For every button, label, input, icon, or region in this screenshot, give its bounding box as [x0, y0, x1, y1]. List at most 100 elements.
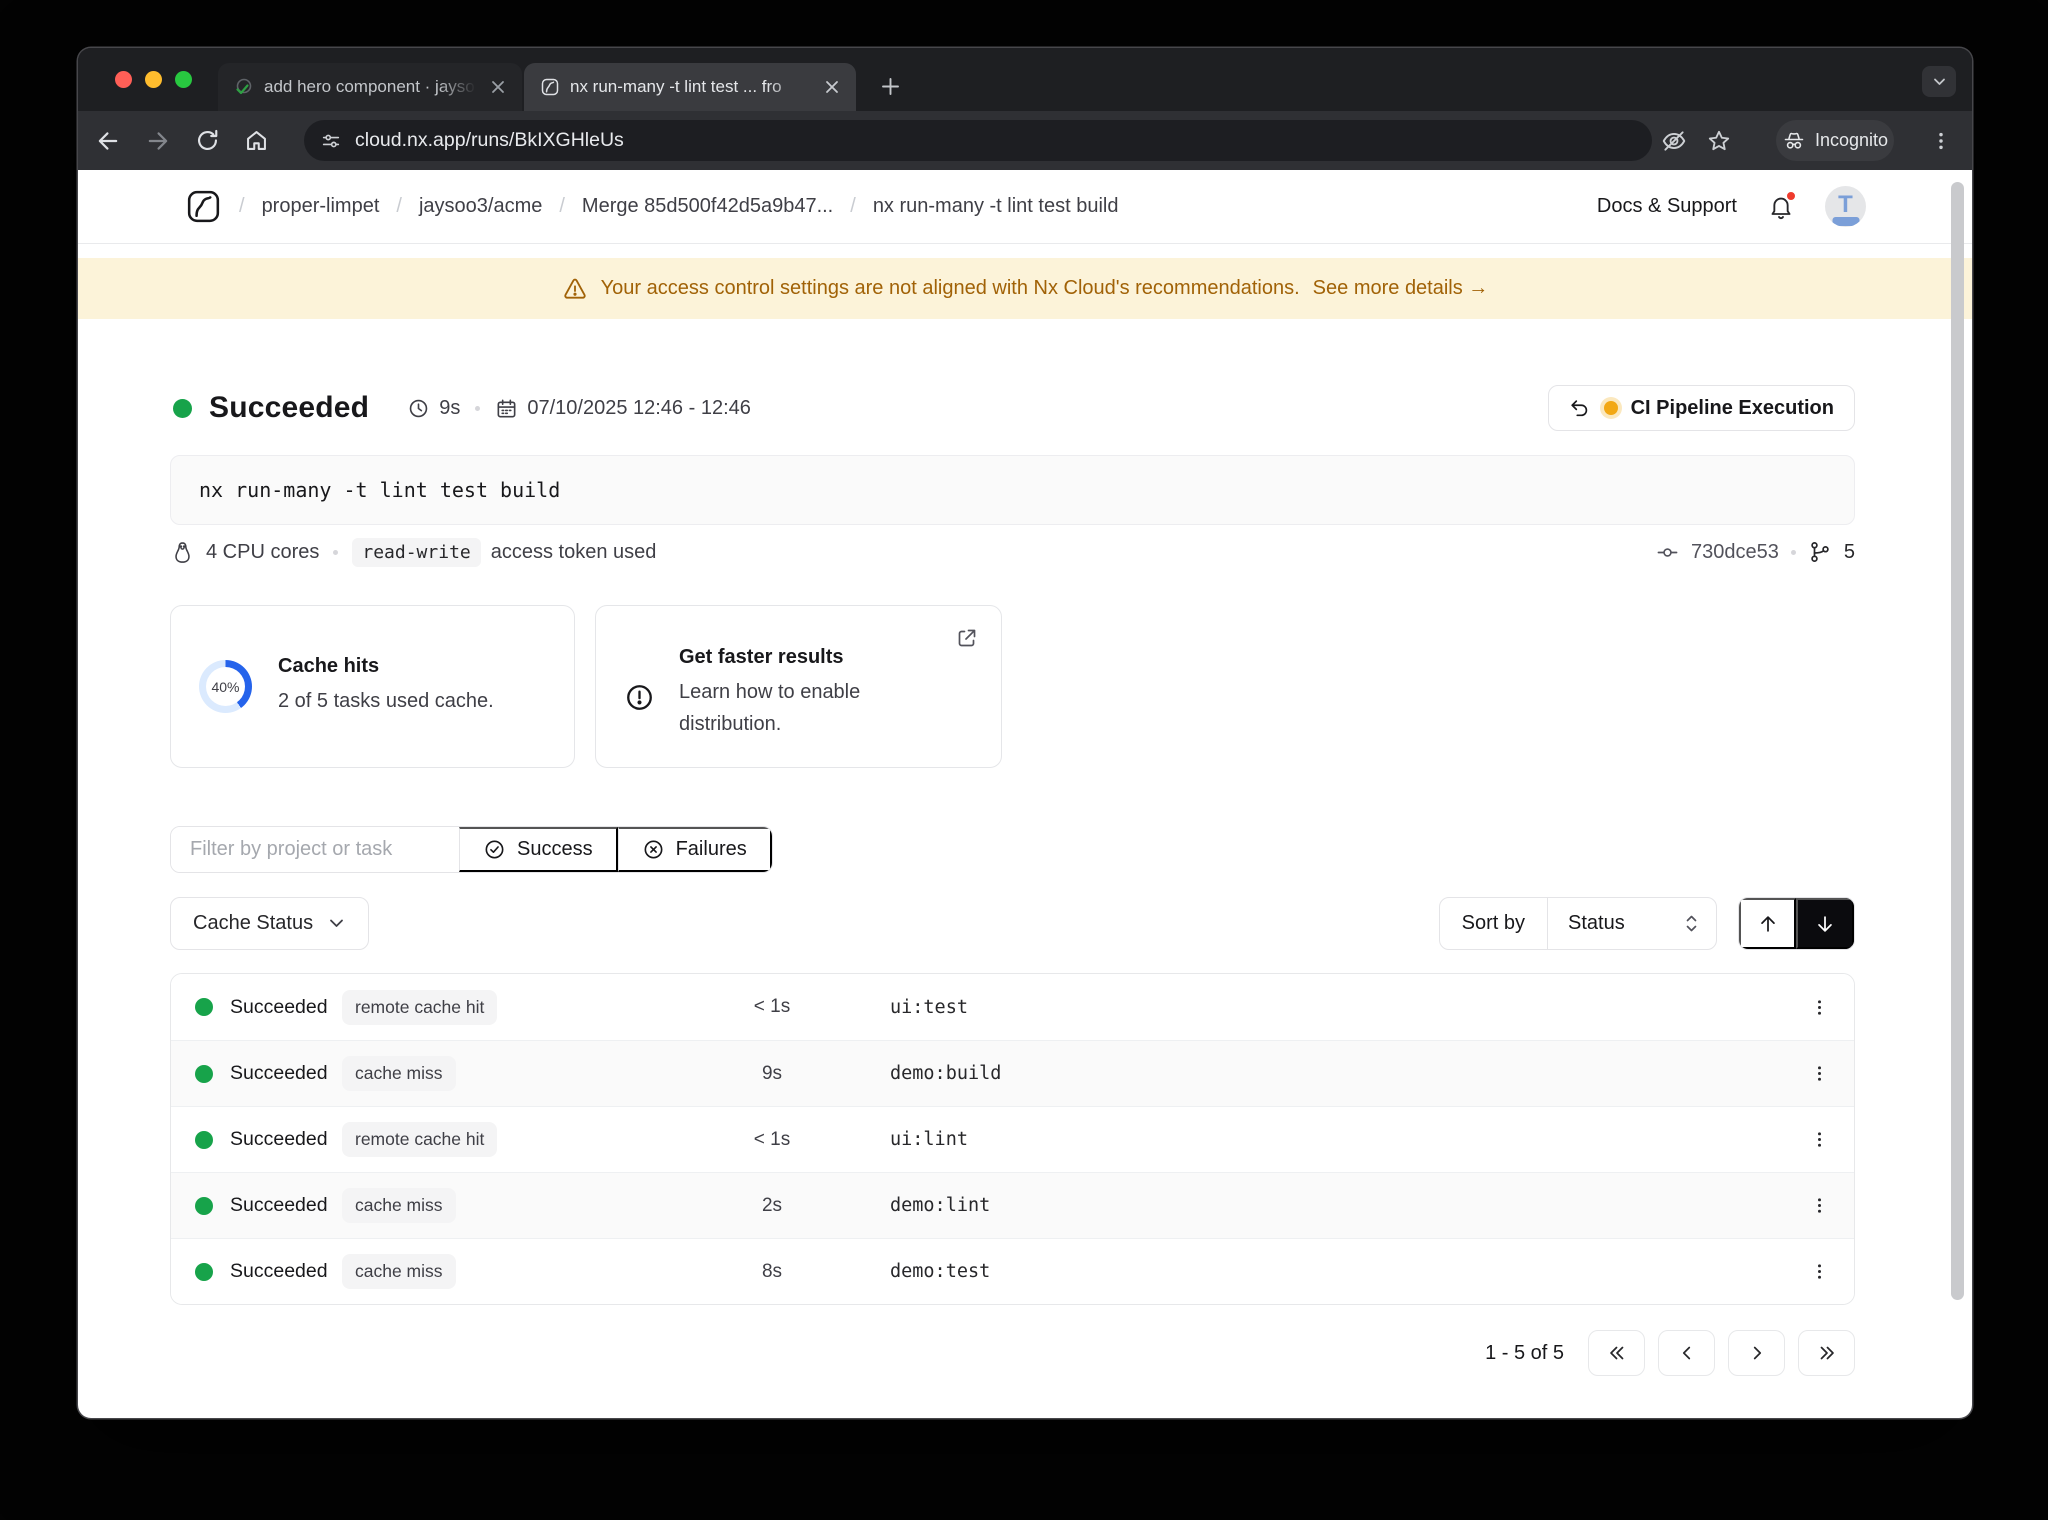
window-controls [115, 71, 192, 88]
close-window-button[interactable] [115, 71, 132, 88]
branch-count[interactable]: 5 [1844, 541, 1855, 564]
banner-details-link[interactable]: See more details → [1313, 277, 1489, 300]
sort-ascending-button[interactable] [1739, 898, 1796, 949]
task-name: demo:test [890, 1261, 991, 1282]
table-row[interactable]: Succeeded remote cache hit < 1s ui:test [171, 974, 1854, 1040]
ci-pipeline-execution-button[interactable]: CI Pipeline Execution [1547, 385, 1855, 431]
previous-page-button[interactable] [1658, 1330, 1715, 1376]
page-scrollbar[interactable] [1951, 182, 1964, 1300]
commit-icon [1656, 541, 1679, 564]
tab-github-pr[interactable]: add hero component · jaysoo [218, 63, 522, 111]
row-menu-button[interactable] [1799, 1252, 1839, 1292]
breadcrumb: / proper-limpet / jaysoo3/acme / Merge 8… [185, 188, 1118, 225]
breadcrumb-separator: / [396, 195, 402, 217]
close-tab-icon[interactable] [820, 75, 844, 99]
row-menu-button[interactable] [1799, 987, 1839, 1027]
site-settings-icon[interactable] [320, 130, 342, 152]
cache-status-dropdown[interactable]: Cache Status [170, 897, 370, 950]
nx-favicon-icon [540, 77, 560, 97]
sort-by-label: Sort by [1440, 898, 1548, 949]
eye-off-icon[interactable] [1661, 128, 1687, 154]
tab-search-chevron-button[interactable] [1922, 66, 1956, 97]
nx-cloud-page: / proper-limpet / jaysoo3/acme / Merge 8… [78, 170, 1972, 1418]
banner-text: Your access control settings are not ali… [600, 277, 1300, 299]
row-menu-button[interactable] [1799, 1120, 1839, 1160]
back-button[interactable] [94, 127, 122, 155]
cache-percent: 40% [211, 678, 240, 695]
sort-field-select[interactable]: Status [1548, 898, 1716, 949]
distribution-card-title: Get faster results [679, 646, 844, 668]
cache-badge: remote cache hit [342, 989, 498, 1025]
new-tab-button[interactable] [872, 68, 908, 104]
task-name: demo:lint [890, 1195, 991, 1216]
sort-descending-button[interactable] [1796, 898, 1854, 949]
distribution-card[interactable]: Get faster results Learn how to enable d… [595, 605, 1002, 768]
run-command-box: nx run-many -t lint test build [170, 455, 1855, 525]
x-circle-icon [642, 838, 665, 861]
close-tab-icon[interactable] [486, 75, 510, 99]
tab-title: nx run-many -t lint test ... fro [570, 77, 782, 96]
row-success-dot [195, 1130, 213, 1149]
breadcrumb-commit[interactable]: Merge 85d500f42d5a9b47... [582, 195, 833, 218]
filter-failures-button[interactable]: Failures [617, 827, 772, 872]
minimize-window-button[interactable] [145, 71, 162, 88]
external-link-icon[interactable] [955, 626, 979, 650]
nx-logo-icon[interactable] [185, 188, 222, 225]
breadcrumb-repo[interactable]: jaysoo3/acme [419, 195, 542, 218]
info-icon [624, 682, 655, 713]
task-name: ui:test [890, 996, 968, 1018]
warning-icon [562, 276, 588, 302]
next-page-button[interactable] [1728, 1330, 1785, 1376]
breadcrumb-run[interactable]: nx run-many -t lint test build [873, 195, 1119, 218]
row-menu-button[interactable] [1799, 1054, 1839, 1094]
task-duration: < 1s [753, 1128, 791, 1150]
table-row[interactable]: Succeeded cache miss 9s demo:build [171, 1040, 1854, 1106]
run-status: Succeeded [209, 391, 370, 424]
filter-input[interactable] [171, 827, 459, 872]
task-duration: 8s [761, 1260, 783, 1282]
cache-hits-card: 40% Cache hits 2 of 5 tasks used cache. [170, 605, 575, 768]
check-circle-icon [483, 838, 506, 861]
run-date-range: 07/10/2025 12:46 - 12:46 [527, 396, 751, 419]
table-row[interactable]: Succeeded cache miss 8s demo:test [171, 1238, 1854, 1304]
access-token-type: read-write [352, 537, 481, 567]
breadcrumb-workspace[interactable]: proper-limpet [262, 195, 380, 218]
pr-check-icon [234, 77, 254, 97]
table-row[interactable]: Succeeded remote cache hit < 1s ui:lint [171, 1106, 1854, 1172]
filter-success-button[interactable]: Success [459, 827, 618, 872]
cpu-cores: 4 CPU cores [206, 540, 320, 563]
incognito-badge: Incognito [1776, 120, 1894, 161]
clock-icon [407, 397, 430, 420]
table-row[interactable]: Succeeded cache miss 2s demo:lint [171, 1172, 1854, 1238]
task-list: Succeeded remote cache hit < 1s ui:test … [170, 973, 1855, 1305]
task-duration: 2s [761, 1194, 783, 1216]
undo-icon [1569, 397, 1591, 419]
avatar-letter: T [1838, 190, 1853, 218]
avatar[interactable]: T [1825, 186, 1866, 227]
address-bar[interactable]: cloud.nx.app/runs/BkIXGHleUs [304, 120, 1652, 161]
tab-title: add hero component · jaysoo [264, 77, 476, 96]
status-success-dot [173, 398, 192, 418]
docs-support-link[interactable]: Docs & Support [1597, 195, 1737, 218]
first-page-button[interactable] [1588, 1330, 1645, 1376]
run-meta-row: 4 CPU cores read-write access token used… [170, 535, 1855, 569]
pipeline-status-dot [1603, 401, 1618, 415]
task-name: demo:build [890, 1063, 1002, 1084]
calendar-icon [495, 397, 518, 420]
bookmark-star-icon[interactable] [1706, 128, 1732, 154]
home-button[interactable] [243, 127, 271, 155]
task-name: ui:lint [890, 1129, 968, 1150]
forward-button[interactable] [144, 127, 172, 155]
cache-card-title: Cache hits [278, 655, 380, 678]
zoom-window-button[interactable] [175, 71, 192, 88]
row-menu-button[interactable] [1799, 1186, 1839, 1226]
reload-button[interactable] [194, 127, 222, 155]
last-page-button[interactable] [1798, 1330, 1855, 1376]
tab-nx-cloud[interactable]: nx run-many -t lint test ... fro [524, 63, 856, 111]
access-token-suffix: access token used [490, 540, 657, 563]
notifications-bell-icon[interactable] [1767, 189, 1797, 221]
commit-sha[interactable]: 730dce53 [1691, 541, 1779, 564]
filter-controls: Success Failures [170, 826, 773, 873]
url-text: cloud.nx.app/runs/BkIXGHleUs [355, 129, 624, 151]
browser-menu-icon[interactable] [1930, 130, 1952, 152]
